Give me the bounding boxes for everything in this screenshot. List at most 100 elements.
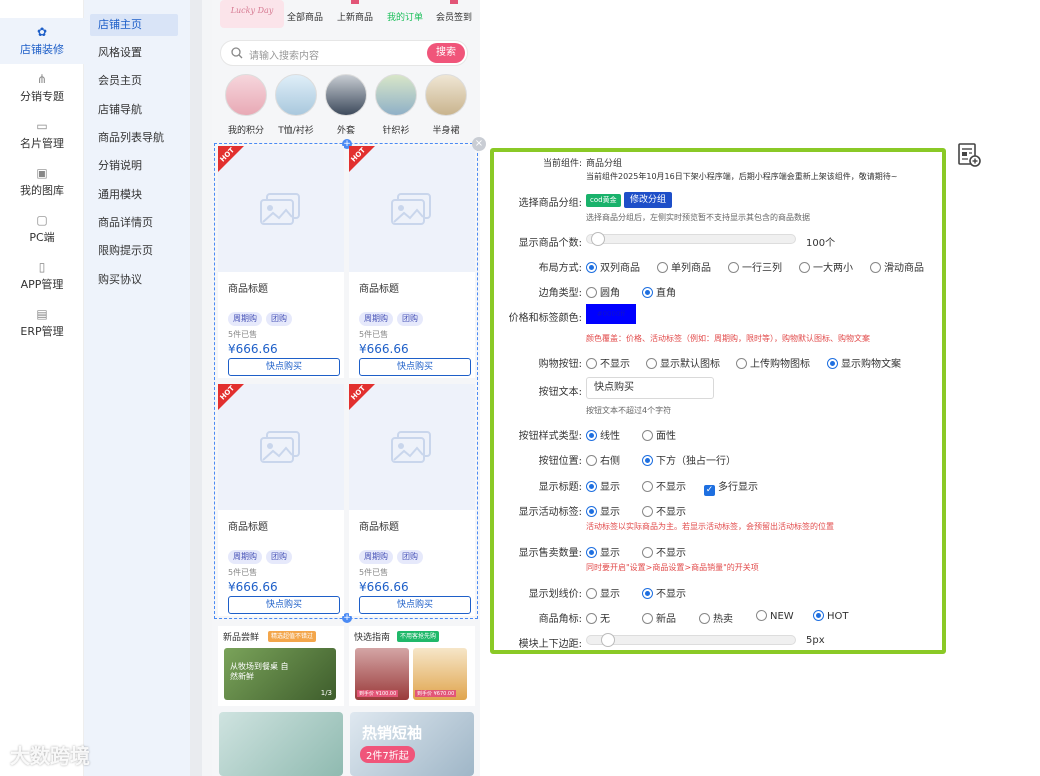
rail-item-my-gallery[interactable]: ▣ 我的图库 (0, 159, 84, 205)
button-position-right-radio[interactable]: 右侧 (586, 452, 620, 467)
sub-item-shop-nav[interactable]: 店铺导航 (90, 99, 178, 121)
sub-item-purchase-agreement[interactable]: 购买协议 (90, 269, 178, 291)
button-text-note: 按钮文本不超过4个字符 (586, 406, 672, 415)
product-card[interactable]: HOT 商品标题 周期购 团购 5件已售 ¥666.66 快点购买 (218, 384, 344, 616)
buy-button[interactable]: 快点购买 (228, 358, 340, 376)
layout-sliding-radio[interactable]: 滑动商品 (870, 259, 924, 274)
button-style-filled-radio[interactable]: 面性 (642, 427, 676, 442)
button-position-bottom-radio[interactable]: 下方（独占一行） (642, 452, 736, 467)
category-image (425, 74, 467, 116)
rail-item-shop-decoration[interactable]: ✿ 店铺装修 (0, 18, 84, 64)
sales-show-radio[interactable]: 显示 (586, 544, 620, 559)
topnav-all-products[interactable]: 全部商品 (280, 0, 330, 23)
share-icon: ⋔ (36, 72, 48, 86)
product-card[interactable]: HOT 商品标题 周期购 团购 5件已售 ¥666.66 快点购买 (218, 146, 344, 378)
category-item[interactable]: 半身裙 (424, 74, 468, 136)
buy-button[interactable]: 快点购买 (359, 358, 471, 376)
cart-default-icon-radio[interactable]: 显示默认图标 (646, 355, 720, 370)
corner-round-radio[interactable]: 圆角 (586, 284, 620, 299)
category-item[interactable]: 针织衫 (374, 74, 418, 136)
corner-mark-none-radio[interactable]: 无 (586, 610, 610, 625)
shop-logo[interactable]: Lucky Day (220, 0, 284, 28)
layout-single-column-radio[interactable]: 单列商品 (657, 259, 711, 274)
corner-mark-new-radio[interactable]: NEW (756, 610, 794, 622)
title-show-radio[interactable]: 显示 (586, 478, 620, 493)
category-item[interactable]: 外套 (324, 74, 368, 136)
close-icon[interactable]: × (472, 137, 486, 151)
margin-value: 5px (806, 635, 825, 646)
rail-item-card-management[interactable]: ▭ 名片管理 (0, 112, 84, 158)
strike-price-hide-radio[interactable]: 不显示 (642, 585, 686, 600)
layout-three-column-radio[interactable]: 一行三列 (728, 259, 782, 274)
banner-image[interactable] (219, 712, 343, 776)
button-style-outline-radio[interactable]: 线性 (586, 427, 620, 442)
product-price: ¥666.66 (359, 342, 409, 356)
corner-mark-new-product-radio[interactable]: 新品 (642, 610, 676, 625)
group-note: 选择商品分组后，左侧实时预览暂不支持显示其包含的商品数据 (586, 213, 810, 222)
rail-item-pc[interactable]: ▢ PC端 (0, 206, 84, 252)
topnav-my-orders[interactable]: 我的订单 (380, 0, 430, 23)
activity-tag: 团购 (397, 550, 423, 564)
cart-text-radio[interactable]: 显示购物文案 (827, 355, 901, 370)
category-item[interactable]: 我的积分 (224, 74, 268, 136)
product-count-value: 100个 (806, 238, 836, 249)
topnav-new-products[interactable]: 上新商品 (330, 0, 380, 23)
sub-item-common-module[interactable]: 通用模块 (90, 184, 178, 206)
sub-item-product-list-nav[interactable]: 商品列表导航 (90, 127, 178, 149)
search-bar[interactable]: 请输入搜索内容 搜索 (220, 40, 468, 66)
corner-square-radio[interactable]: 直角 (642, 284, 676, 299)
sub-item-purchase-limit[interactable]: 限购提示页 (90, 240, 178, 262)
promo-image: 从牧场到餐桌 自然新鲜 1/3 (224, 648, 336, 700)
slider-knob[interactable] (590, 232, 605, 246)
activity-tag: 周期购 (228, 550, 262, 564)
promo-new-arrivals[interactable]: 新品尝鲜 精选超值不错过 从牧场到餐桌 自然新鲜 1/3 (218, 626, 344, 706)
watermark: 大数跨境 (10, 744, 90, 768)
promo-image: 到手价 ¥670.00 (413, 648, 467, 700)
color-picker[interactable]: #0000ff (586, 304, 636, 324)
sub-item-shop-home[interactable]: 店铺主页 (90, 14, 178, 36)
group-tag: cod黄金 (586, 194, 621, 207)
sub-item-style-settings[interactable]: 风格设置 (90, 42, 178, 64)
product-price: ¥666.66 (359, 580, 409, 594)
product-card[interactable]: HOT 商品标题 周期购 团购 5件已售 ¥666.66 快点购买 (349, 384, 475, 616)
button-text-input[interactable]: 快点购买 (586, 377, 714, 399)
edit-group-button[interactable]: 修改分组 (624, 192, 673, 208)
category-item[interactable]: T恤/衬衫 (274, 74, 318, 136)
corner-mark-hot-sale-radio[interactable]: 热卖 (699, 610, 733, 625)
strike-price-show-radio[interactable]: 显示 (586, 585, 620, 600)
image-placeholder-icon (260, 431, 300, 463)
buy-button[interactable]: 快点购买 (359, 596, 471, 614)
product-card[interactable]: HOT 商品标题 周期购 团购 5件已售 ¥666.66 快点购买 (349, 146, 475, 378)
search-input[interactable]: 请输入搜索内容 (249, 47, 319, 62)
product-title: 商品标题 (228, 284, 268, 295)
activity-show-radio[interactable]: 显示 (586, 503, 620, 518)
divider (190, 0, 202, 776)
layout-double-column-radio[interactable]: 双列商品 (586, 259, 640, 274)
search-button[interactable]: 搜索 (427, 43, 465, 63)
activity-hide-radio[interactable]: 不显示 (642, 503, 686, 518)
layout-one-big-two-small-radio[interactable]: 一大两小 (799, 259, 853, 274)
phone-icon: ▯ (38, 260, 46, 274)
rail-item-app-management[interactable]: ▯ APP管理 (0, 253, 84, 299)
banner-short-sleeve[interactable]: 热销短袖 2件7折起 (350, 712, 474, 776)
slider-knob[interactable] (600, 633, 615, 647)
main-nav-rail: ✿ 店铺装修 ⋔ 分销专题 ▭ 名片管理 ▣ 我的图库 ▢ PC端 ▯ APP管… (0, 0, 84, 776)
cart-upload-icon-radio[interactable]: 上传购物图标 (736, 355, 810, 370)
title-hide-radio[interactable]: 不显示 (642, 478, 686, 493)
sub-item-distribution-desc[interactable]: 分销说明 (90, 155, 178, 177)
margin-slider[interactable] (586, 633, 796, 647)
promo-quick-guide[interactable]: 快选指南 不用客抢先购 到手价 ¥100.00 到手价 ¥670.00 (349, 626, 475, 706)
sub-item-product-detail[interactable]: 商品详情页 (90, 212, 178, 234)
sub-item-member-home[interactable]: 会员主页 (90, 70, 178, 92)
topnav-checkin[interactable]: 会员签到 (429, 0, 479, 23)
rail-item-erp-management[interactable]: ▤ ERP管理 (0, 300, 84, 346)
cart-hide-radio[interactable]: 不显示 (586, 355, 630, 370)
product-count-slider[interactable] (586, 232, 796, 246)
corner-mark-hot-radio[interactable]: HOT (813, 610, 849, 622)
title-multiline-checkbox[interactable]: ✓ 多行显示 (704, 478, 758, 496)
image-placeholder-icon (391, 431, 431, 463)
add-document-icon[interactable] (956, 142, 982, 168)
buy-button[interactable]: 快点购买 (228, 596, 340, 614)
rail-item-distribution[interactable]: ⋔ 分销专题 (0, 65, 84, 111)
sales-hide-radio[interactable]: 不显示 (642, 544, 686, 559)
